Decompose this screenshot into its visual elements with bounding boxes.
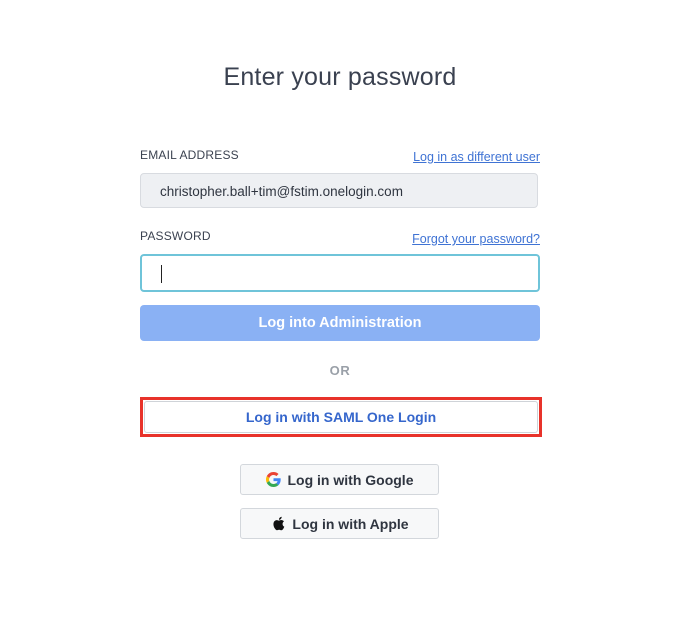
text-caret xyxy=(161,265,162,283)
login-button[interactable]: Log into Administration xyxy=(140,305,540,341)
apple-login-label: Log in with Apple xyxy=(292,515,409,532)
google-login-button[interactable]: Log in with Google xyxy=(240,464,439,495)
page-title: Enter your password xyxy=(223,63,457,91)
forgot-password-link[interactable]: Forgot your password? xyxy=(412,232,540,246)
email-display: christopher.ball+tim@fstim.onelogin.com xyxy=(140,173,538,208)
apple-login-button[interactable]: Log in with Apple xyxy=(240,508,439,539)
google-icon xyxy=(266,472,282,488)
google-login-label: Log in with Google xyxy=(287,471,414,488)
saml-login-button[interactable]: Log in with SAML One Login xyxy=(144,401,538,433)
or-divider: OR xyxy=(329,363,351,378)
password-label: PASSWORD xyxy=(140,229,211,243)
email-label: EMAIL ADDRESS xyxy=(140,148,239,162)
switch-user-link[interactable]: Log in as different user xyxy=(413,150,540,164)
apple-icon xyxy=(270,516,286,532)
password-input[interactable] xyxy=(140,254,540,292)
